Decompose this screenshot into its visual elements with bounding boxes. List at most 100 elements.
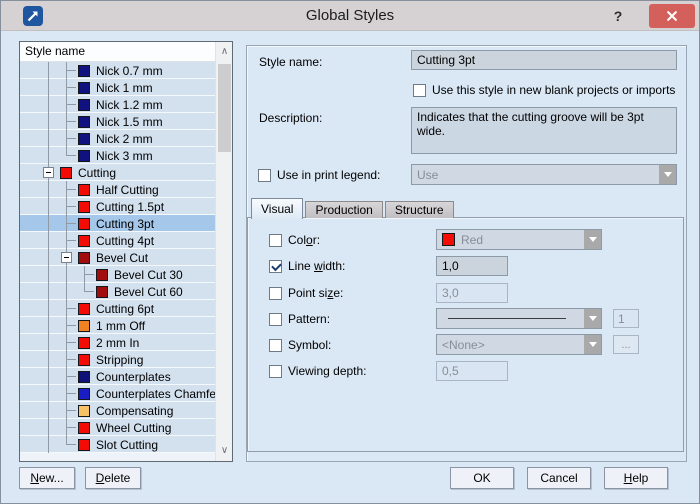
style-color-swatch <box>78 320 90 332</box>
point-size-field[interactable]: 3,0 <box>436 283 508 303</box>
style-color-swatch <box>78 116 90 128</box>
tree-item[interactable]: Cutting 1.5pt <box>20 198 215 215</box>
symbol-checkbox[interactable] <box>269 339 282 352</box>
tree-scrollbar[interactable]: ∧ ∨ <box>215 42 232 461</box>
delete-button[interactable]: Delete <box>85 467 141 489</box>
title-bar: Global Styles ? <box>1 1 699 31</box>
tree-connector <box>58 130 76 147</box>
style-color-swatch <box>78 422 90 434</box>
color-dropdown[interactable]: Red <box>436 229 602 250</box>
description-field[interactable]: Indicates that the cutting groove will b… <box>411 107 677 154</box>
style-color-swatch <box>78 99 90 111</box>
tree-connector <box>58 147 76 164</box>
pattern-dropdown[interactable] <box>436 308 602 329</box>
point-size-label: Point size: <box>288 286 343 300</box>
tree-connector <box>40 249 58 266</box>
tree-item-label: Cutting 4pt <box>96 234 154 248</box>
scroll-down-icon[interactable]: ∨ <box>216 443 233 459</box>
chevron-down-icon[interactable] <box>659 165 676 184</box>
chevron-down-icon[interactable] <box>584 335 601 354</box>
tree-item[interactable]: Nick 2 mm <box>20 130 215 147</box>
ok-button[interactable]: OK <box>450 467 514 489</box>
line-width-field[interactable]: 1,0 <box>436 256 508 276</box>
viewing-depth-field[interactable]: 0,5 <box>436 361 508 381</box>
tree-item[interactable]: Cutting 6pt <box>20 300 215 317</box>
cancel-button[interactable]: Cancel <box>527 467 591 489</box>
style-color-swatch <box>78 65 90 77</box>
tree-item-label: Cutting 1.5pt <box>96 200 164 214</box>
style-color-swatch <box>78 252 90 264</box>
line-width-label: Line width: <box>288 259 345 273</box>
tree-item[interactable]: Slot Cutting <box>20 436 215 453</box>
point-size-checkbox[interactable] <box>269 287 282 300</box>
tree-collapse-icon[interactable] <box>40 164 58 181</box>
tree-connector <box>40 385 58 402</box>
tab-structure[interactable]: Structure <box>385 201 454 218</box>
scroll-up-icon[interactable]: ∧ <box>216 44 233 60</box>
tree-item[interactable]: Nick 1 mm <box>20 79 215 96</box>
tree-item-label: Bevel Cut <box>96 251 148 265</box>
tree-connector <box>40 130 58 147</box>
new-button[interactable]: New... <box>19 467 75 489</box>
tree-item[interactable]: Wheel Cutting <box>20 419 215 436</box>
tree-connector <box>40 283 58 300</box>
style-name-field[interactable]: Cutting 3pt <box>411 50 677 70</box>
tree-item[interactable]: Half Cutting <box>20 181 215 198</box>
tree-item-label: Nick 1.2 mm <box>96 98 163 112</box>
tree-item[interactable]: Nick 1.2 mm <box>20 96 215 113</box>
tree-connector <box>58 368 76 385</box>
tree-item[interactable]: Counterplates Chamfer <box>20 385 215 402</box>
print-legend-checkbox[interactable] <box>258 169 271 182</box>
line-width-checkbox[interactable] <box>269 260 282 273</box>
symbol-label: Symbol: <box>288 338 331 352</box>
symbol-dropdown[interactable]: <None> <box>436 334 602 355</box>
tree-connector <box>40 436 58 453</box>
tree-item[interactable]: Nick 3 mm <box>20 147 215 164</box>
tree-connector <box>40 300 58 317</box>
window-title: Global Styles <box>1 1 699 31</box>
tree-connector <box>40 402 58 419</box>
style-color-swatch <box>78 133 90 145</box>
tree-collapse-icon[interactable] <box>58 249 76 266</box>
tree-item[interactable]: Cutting <box>20 164 215 181</box>
tab-visual[interactable]: Visual <box>251 198 303 219</box>
tree-item[interactable]: Stripping <box>20 351 215 368</box>
tree-item[interactable]: Cutting 4pt <box>20 232 215 249</box>
pattern-count-field[interactable]: 1 <box>613 309 639 328</box>
tree-connector <box>40 79 58 96</box>
tree-item[interactable]: Cutting 3pt <box>20 215 215 232</box>
scroll-thumb[interactable] <box>218 64 231 152</box>
tree-item[interactable]: Compensating <box>20 402 215 419</box>
close-icon[interactable] <box>649 4 695 28</box>
tree-item[interactable]: 2 mm In <box>20 334 215 351</box>
tree-connector <box>76 266 94 283</box>
style-color-swatch <box>78 439 90 451</box>
tree-item[interactable]: Bevel Cut 30 <box>20 266 215 283</box>
use-style-checkbox[interactable] <box>413 84 426 97</box>
print-legend-dropdown[interactable]: Use <box>411 164 677 185</box>
style-color-swatch <box>78 235 90 247</box>
tree-item[interactable]: 1 mm Off <box>20 317 215 334</box>
symbol-browse-button[interactable]: ... <box>613 335 639 354</box>
tab-production[interactable]: Production <box>305 201 382 218</box>
tree-item[interactable]: Bevel Cut 60 <box>20 283 215 300</box>
tree-column-header: Style name <box>20 42 215 62</box>
color-checkbox[interactable] <box>269 234 282 247</box>
tree-item[interactable]: Bevel Cut <box>20 249 215 266</box>
chevron-down-icon[interactable] <box>584 309 601 328</box>
tree-connector <box>40 266 58 283</box>
tree-connector <box>58 385 76 402</box>
help-button[interactable]: Help <box>604 467 668 489</box>
chevron-down-icon[interactable] <box>584 230 601 249</box>
viewing-depth-checkbox[interactable] <box>269 365 282 378</box>
tree-item[interactable]: Nick 0.7 mm <box>20 62 215 79</box>
tree-item-label: Nick 1.5 mm <box>96 115 163 129</box>
tree-item[interactable]: Counterplates <box>20 368 215 385</box>
tree-item[interactable]: Nick 1.5 mm <box>20 113 215 130</box>
tree-connector <box>58 79 76 96</box>
pattern-checkbox[interactable] <box>269 313 282 326</box>
tree-item-label: Slot Cutting <box>96 438 158 452</box>
help-icon[interactable]: ? <box>607 5 629 27</box>
style-tree: Style name Nick 0.7 mmNick 1 mm Nick 1.2 … <box>19 41 233 462</box>
tree-connector <box>40 232 58 249</box>
